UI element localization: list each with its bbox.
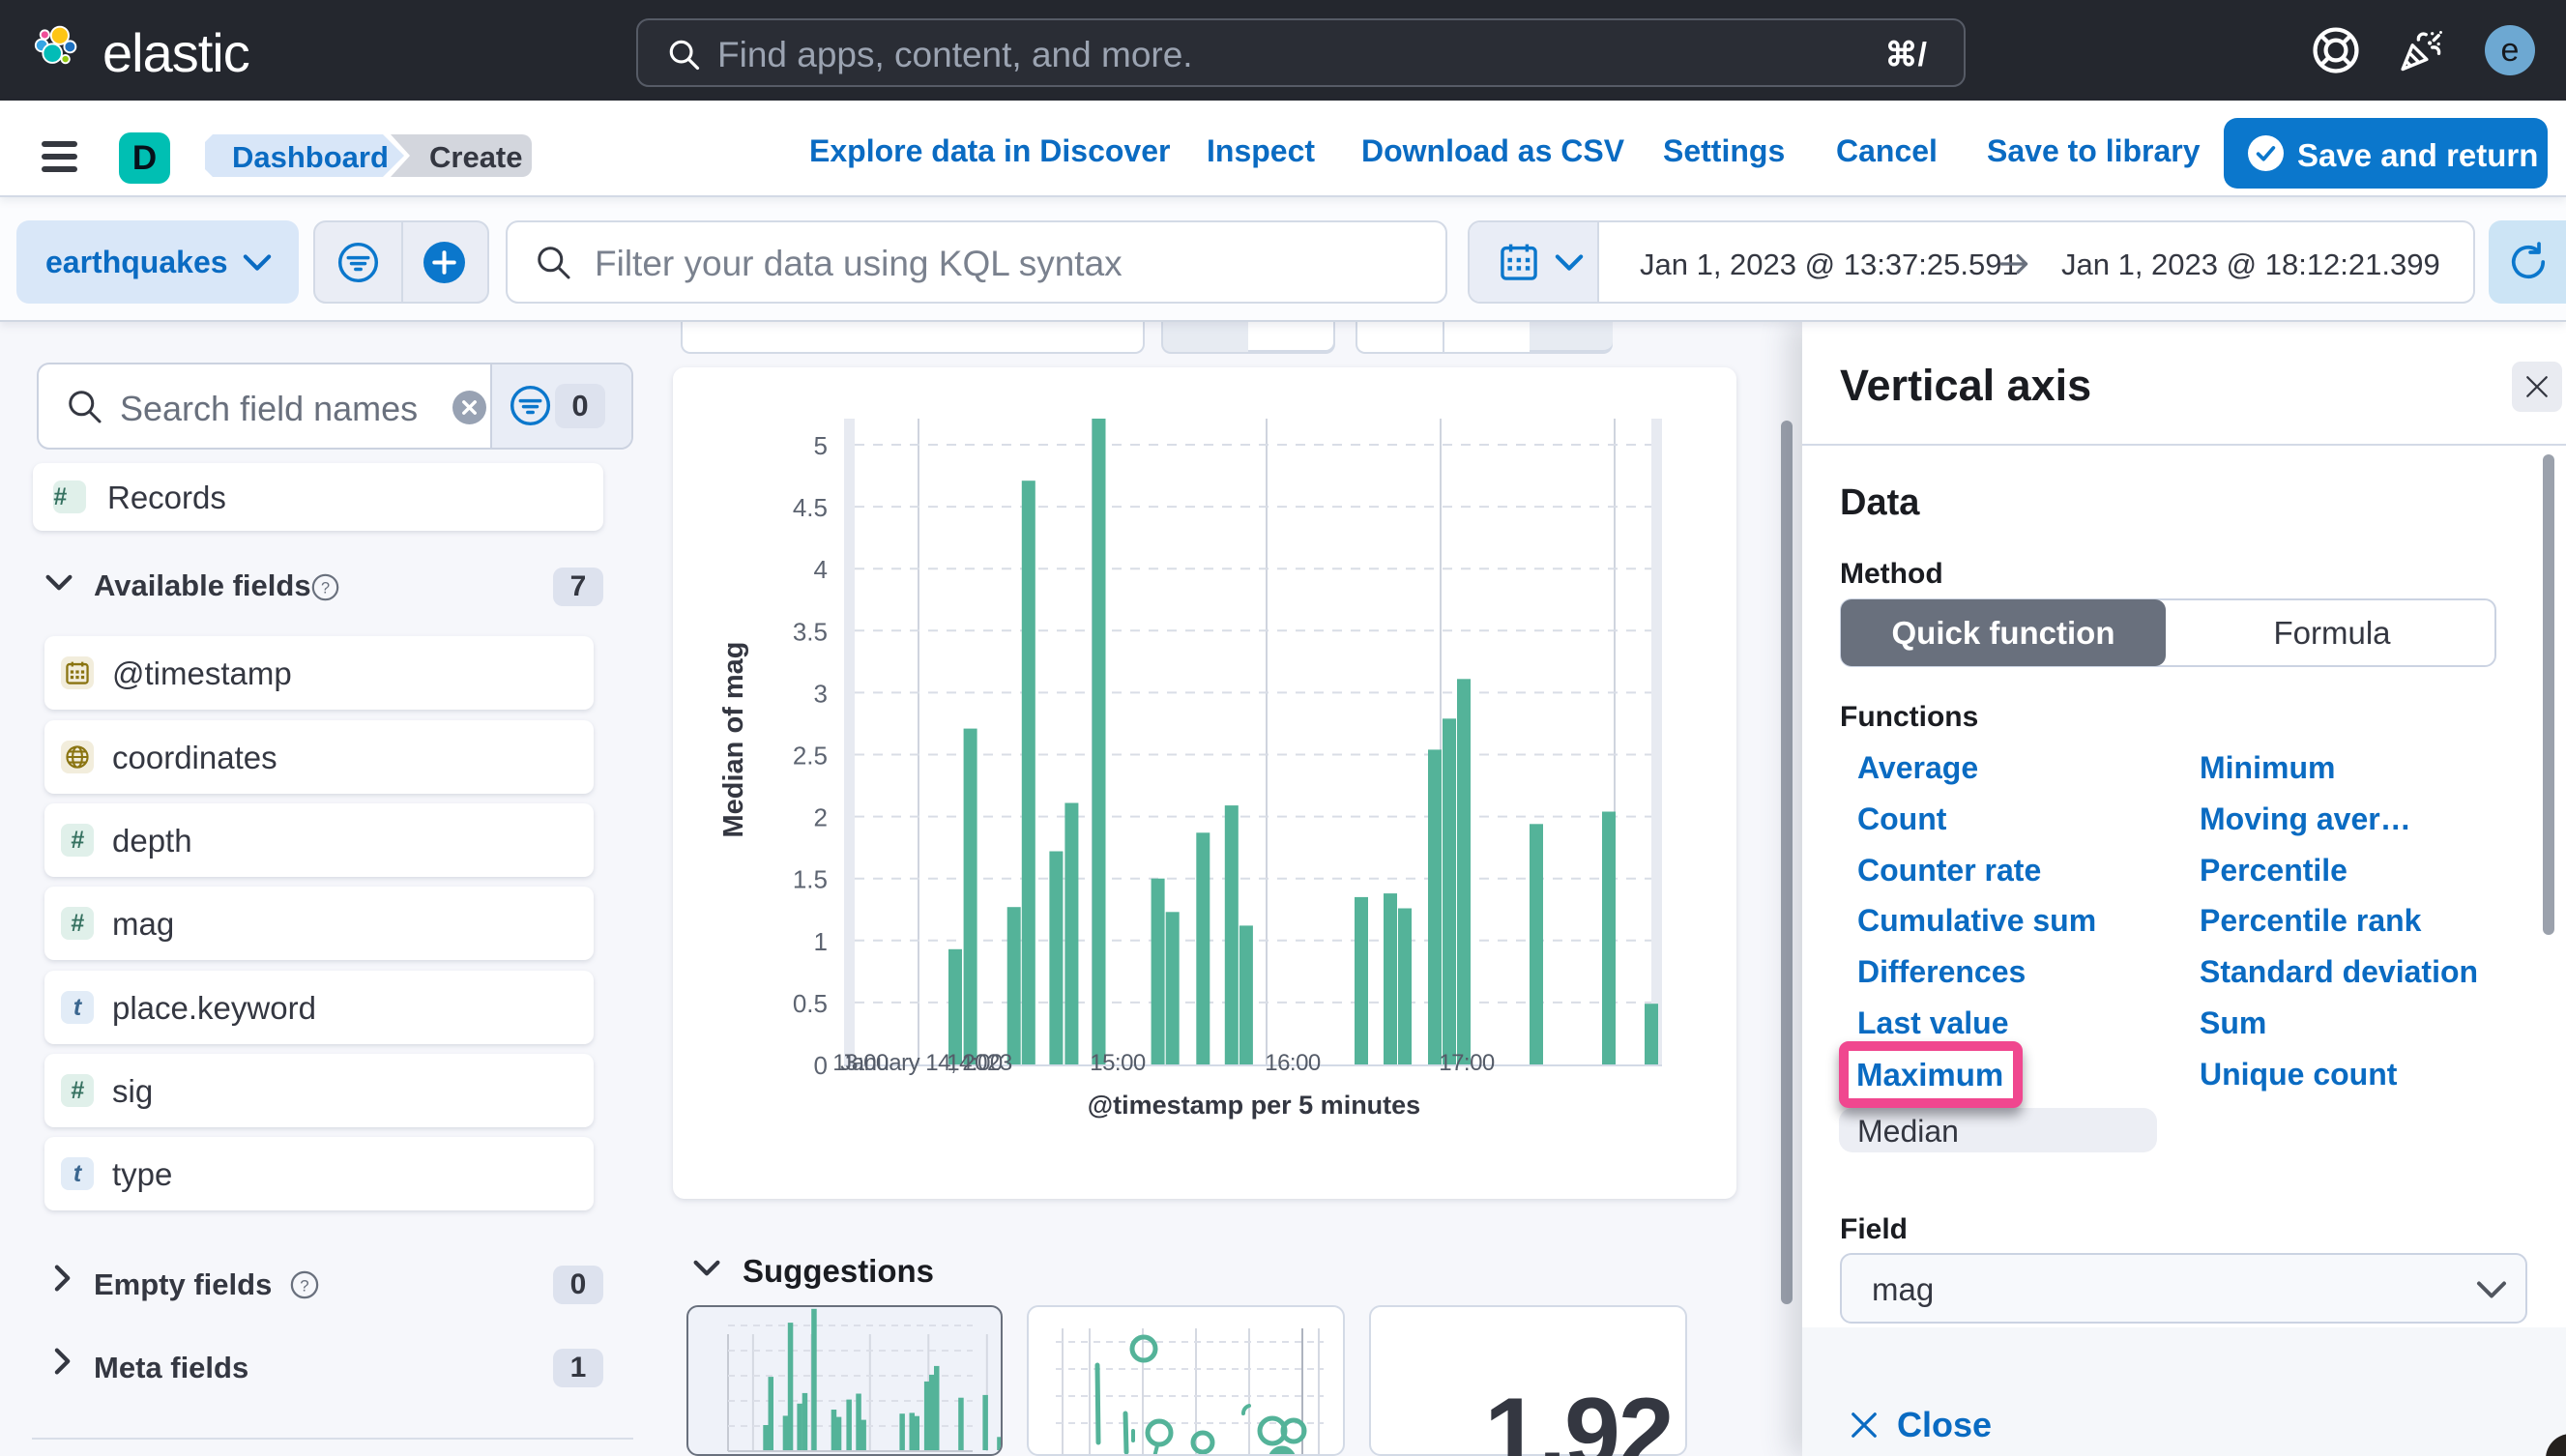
svg-text:0: 0 [814, 1051, 828, 1080]
svg-text:?: ? [321, 580, 330, 597]
svg-text:15:00: 15:00 [1090, 1050, 1146, 1076]
svg-text:3.5: 3.5 [793, 617, 828, 646]
svg-text:16:00: 16:00 [1265, 1050, 1321, 1076]
svg-text:@timestamp per 5 minutes: @timestamp per 5 minutes [1088, 1091, 1420, 1120]
svg-text:Median of mag: Median of mag [718, 641, 749, 837]
svg-text:3: 3 [814, 679, 828, 708]
svg-text:1.5: 1.5 [793, 865, 828, 894]
svg-text:0.5: 0.5 [793, 989, 828, 1018]
svg-text:14:00: 14:00 [947, 1050, 1003, 1076]
svg-text:4: 4 [814, 555, 828, 584]
svg-text:2: 2 [814, 803, 828, 832]
svg-text:4.5: 4.5 [793, 493, 828, 522]
svg-text:2.5: 2.5 [793, 742, 828, 771]
svg-text:17:00: 17:00 [1439, 1050, 1495, 1076]
svg-text:?: ? [300, 1276, 308, 1295]
svg-text:1: 1 [814, 927, 828, 956]
svg-text:5: 5 [814, 431, 828, 460]
